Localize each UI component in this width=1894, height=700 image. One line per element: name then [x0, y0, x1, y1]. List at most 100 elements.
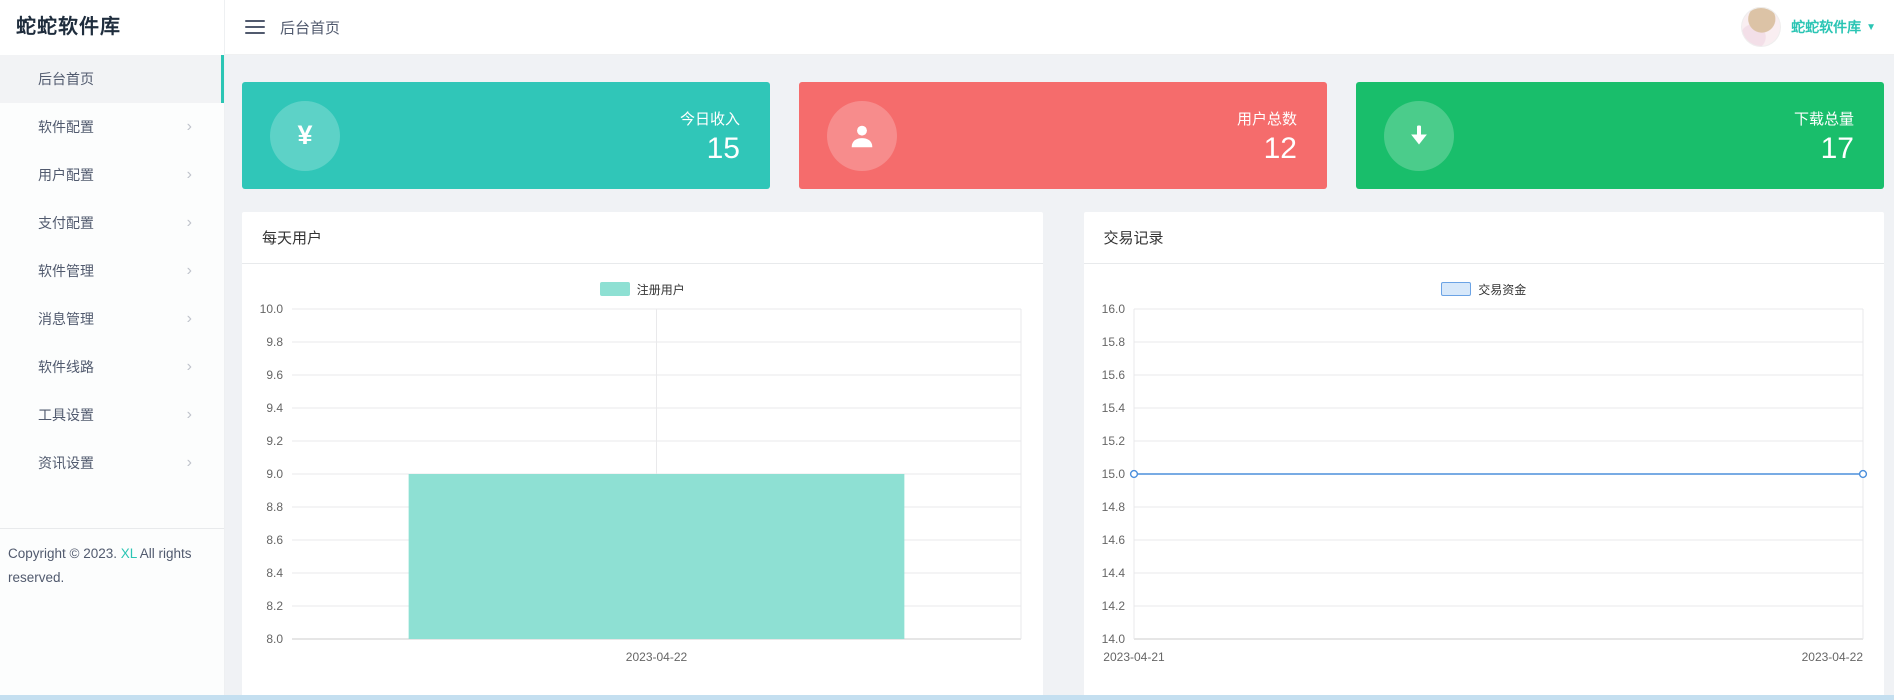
main-column: 后台首页 蛇蛇软件库 ▼ ¥ 今日收入 15 用户总数 12 下载总量 17 每天用户 注册…: [225, 0, 1894, 700]
legend-label: 注册用户: [636, 282, 685, 297]
content-area: ¥ 今日收入 15 用户总数 12 下载总量 17 每天用户 注册用户 10.0 9.8 9.6…: [225, 55, 1894, 700]
sidebar-item-software-lines[interactable]: 软件线路 ›: [0, 343, 224, 391]
chevron-right-icon: ›: [186, 118, 192, 135]
legend-label: 交易资金: [1478, 282, 1527, 297]
yen-icon: ¥: [270, 100, 340, 171]
sidebar-item-label: 软件线路: [38, 359, 94, 375]
copyright: Copyright © 2023. XL All rights reserved…: [0, 528, 224, 590]
sidebar-item-label: 软件配置: [38, 119, 94, 135]
chevron-right-icon: ›: [186, 310, 192, 327]
sidebar-item-user-config[interactable]: 用户配置 ›: [0, 151, 224, 199]
stat-value: 15: [706, 131, 740, 165]
stat-cards-row: ¥ 今日收入 15 用户总数 12 下载总量 17: [242, 82, 1884, 189]
stat-meta: 下载总量 17: [1794, 108, 1854, 164]
svg-text:9.8: 9.8: [266, 335, 283, 349]
stat-label: 今日收入: [679, 110, 740, 128]
svg-text:9.2: 9.2: [266, 434, 283, 448]
chevron-right-icon: ›: [186, 262, 192, 279]
horizontal-scrollbar[interactable]: [0, 695, 1894, 700]
copyright-prefix: Copyright © 2023.: [8, 546, 121, 561]
stat-card-total-downloads: 下载总量 17: [1356, 82, 1884, 189]
top-header: 后台首页 蛇蛇软件库 ▼: [225, 0, 1894, 55]
stat-value: 17: [1820, 131, 1854, 165]
panel-title: 每天用户: [242, 212, 1043, 264]
svg-text:9.0: 9.0: [266, 467, 283, 481]
user-icon: [827, 100, 897, 171]
panel-title: 交易记录: [1083, 212, 1884, 264]
sidebar-item-payment-config[interactable]: 支付配置 ›: [0, 199, 224, 247]
chevron-right-icon: ›: [186, 214, 192, 231]
sidebar-item-label: 资讯设置: [38, 455, 94, 471]
chart-container: 10.0 9.8 9.6 9.4 9.2 9.0 8.8 8.6 8.4 8.2 8.0 2023-0…: [242, 301, 1043, 684]
svg-text:8.8: 8.8: [266, 500, 283, 514]
chart-wrap: 注册用户 10.0 9.8 9.6 9.4 9.2 9.0 8.8 8.6 8.4 8.2 8.0 2…: [242, 264, 1043, 684]
avatar[interactable]: [1741, 7, 1782, 47]
legend-swatch: [1441, 282, 1472, 296]
sidebar: 蛇蛇软件库 后台首页软件配置 › 用户配置 › 支付配置 › 软件管理 › 消息管理 › 软件线路 ›…: [0, 0, 225, 700]
svg-text:8.2: 8.2: [266, 599, 283, 613]
sidebar-menu: 后台首页 软件配置 › 用户配置 › 支付配置 › 软件管理 › 消息管理 › 软件线路 › 工具设置 › 资…: [0, 55, 224, 487]
sidebar-item-home[interactable]: 后台首页: [0, 55, 224, 103]
stat-meta: 用户总数 12: [1237, 108, 1297, 164]
stat-card-income-today: ¥ 今日收入 15: [242, 82, 770, 189]
svg-text:14.2: 14.2: [1101, 599, 1125, 613]
svg-text:9.4: 9.4: [266, 401, 283, 415]
chart-wrap: 交易资金 16.0 15.8 15.6 15.4 15.2 15.0 14.8 14.6 14.…: [1084, 264, 1885, 684]
stat-meta: 今日收入 15: [680, 108, 740, 164]
svg-text:15.6: 15.6: [1101, 368, 1125, 382]
svg-text:2023-04-22: 2023-04-22: [1801, 650, 1863, 664]
stat-label: 用户总数: [1236, 110, 1297, 128]
svg-text:9.6: 9.6: [266, 368, 283, 382]
svg-text:8.4: 8.4: [266, 566, 283, 580]
sidebar-item-label: 支付配置: [38, 215, 94, 231]
sidebar-item-label: 工具设置: [38, 407, 94, 423]
svg-text:2023-04-22: 2023-04-22: [626, 650, 688, 664]
svg-text:14.6: 14.6: [1101, 533, 1125, 547]
sidebar-item-software-manage[interactable]: 软件管理 ›: [0, 247, 224, 295]
svg-text:10.0: 10.0: [260, 302, 284, 316]
sidebar-item-software-config[interactable]: 软件配置 ›: [0, 103, 224, 151]
daily-users-chart[interactable]: 10.0 9.8 9.6 9.4 9.2 9.0 8.8 8.6 8.4 8.2 8.0 2023-0…: [242, 301, 1043, 679]
panel-daily-users: 每天用户 注册用户 10.0 9.8 9.6 9.4 9.2 9.0 8.8 8.6 8.4 8.…: [242, 212, 1043, 697]
svg-text:15.2: 15.2: [1101, 434, 1125, 448]
hamburger-menu-icon[interactable]: [245, 20, 265, 34]
chevron-right-icon: ›: [186, 166, 192, 183]
svg-text:2023-04-21: 2023-04-21: [1103, 650, 1165, 664]
svg-text:15.0: 15.0: [1101, 467, 1125, 481]
svg-text:14.4: 14.4: [1101, 566, 1125, 580]
legend-swatch: [599, 282, 630, 296]
sidebar-item-tool-settings[interactable]: 工具设置 ›: [0, 391, 224, 439]
svg-text:8.0: 8.0: [266, 632, 283, 646]
chevron-right-icon: ›: [186, 454, 192, 471]
svg-text:15.4: 15.4: [1101, 401, 1125, 415]
stat-card-total-users: 用户总数 12: [799, 82, 1327, 189]
svg-text:14.0: 14.0: [1101, 632, 1125, 646]
stat-label: 下载总量: [1793, 110, 1854, 128]
user-dropdown[interactable]: 蛇蛇软件库: [1791, 17, 1861, 37]
copyright-brand-link[interactable]: XL: [121, 546, 137, 561]
chevron-right-icon: ›: [186, 358, 192, 375]
download-icon: [1384, 100, 1454, 171]
chevron-right-icon: ›: [186, 406, 192, 423]
app-root: 蛇蛇软件库 后台首页软件配置 › 用户配置 › 支付配置 › 软件管理 › 消息管理 › 软件线路 ›…: [0, 0, 1894, 700]
svg-text:8.6: 8.6: [266, 533, 283, 547]
sidebar-item-label: 消息管理: [38, 311, 94, 327]
charts-row: 每天用户 注册用户 10.0 9.8 9.6 9.4 9.2 9.0 8.8 8.6 8.4 8.…: [242, 212, 1884, 697]
chevron-down-icon[interactable]: ▼: [1866, 22, 1876, 33]
breadcrumb: 后台首页: [280, 19, 341, 37]
svg-text:16.0: 16.0: [1101, 302, 1125, 316]
sidebar-item-label: 软件管理: [38, 263, 94, 279]
svg-text:14.8: 14.8: [1101, 500, 1125, 514]
sidebar-item-label: 后台首页: [38, 71, 94, 87]
stat-value: 12: [1263, 131, 1297, 165]
svg-text:15.8: 15.8: [1101, 335, 1125, 349]
transactions-chart[interactable]: 16.0 15.8 15.6 15.4 15.2 15.0 14.8 14.6 14.4 14.2…: [1084, 301, 1885, 679]
sidebar-item-message-manage[interactable]: 消息管理 ›: [0, 295, 224, 343]
panel-transactions: 交易记录 交易资金 16.0 15.8 15.6 15.4 15.2 15.0 14.8 14…: [1083, 212, 1885, 697]
chart-legend[interactable]: 注册用户: [242, 277, 1043, 301]
app-logo: 蛇蛇软件库: [0, 0, 224, 55]
sidebar-item-label: 用户配置: [38, 167, 94, 183]
chart-legend[interactable]: 交易资金: [1084, 277, 1885, 301]
sidebar-item-news-settings[interactable]: 资讯设置 ›: [0, 439, 224, 487]
chart-container: 16.0 15.8 15.6 15.4 15.2 15.0 14.8 14.6 14.4 14.2…: [1084, 301, 1885, 684]
